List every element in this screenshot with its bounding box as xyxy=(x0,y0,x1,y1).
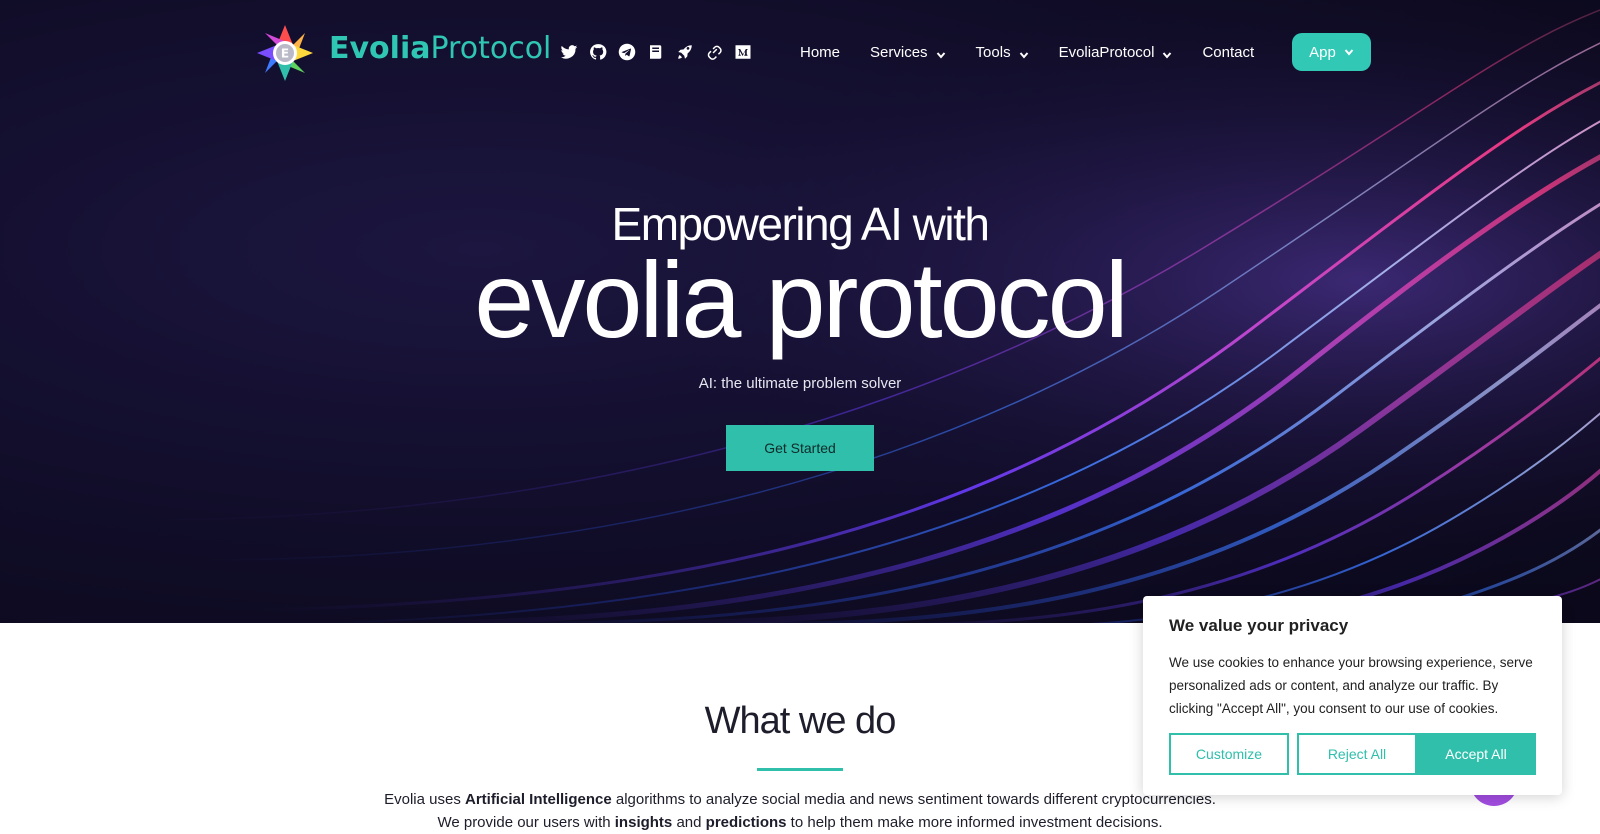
twitter-icon[interactable] xyxy=(559,42,579,62)
cookie-body: We use cookies to enhance your browsing … xyxy=(1169,655,1533,716)
hero-tagline: AI: the ultimate problem solver xyxy=(698,375,902,392)
telegram-icon[interactable] xyxy=(617,42,637,62)
what-we-do-line-2: We provide our users with insights and p… xyxy=(0,814,1600,831)
nav-home-label: Home xyxy=(800,43,841,61)
cookie-customize-button[interactable]: Customize xyxy=(1169,733,1289,775)
nav-contact[interactable]: Contact xyxy=(1202,44,1254,61)
text-segment: algorithms to analyze social media and n… xyxy=(611,791,1216,808)
nav-contact-label: Contact xyxy=(1202,43,1255,61)
nav-tools-label: Tools xyxy=(975,43,1011,61)
nav-services[interactable]: Services xyxy=(870,44,946,61)
text-emphasis: insights xyxy=(614,814,673,831)
link-icon[interactable] xyxy=(704,42,724,62)
text-segment: and xyxy=(672,814,706,831)
app-button-label: App xyxy=(1309,43,1336,61)
hero-title: evolia protocol xyxy=(474,239,1128,360)
social-links xyxy=(559,42,753,62)
medium-icon[interactable] xyxy=(733,42,753,62)
text-emphasis: Artificial Intelligence xyxy=(464,791,612,808)
main-navigation: Home Services Tools EvoliaProtocol Conta… xyxy=(800,33,1284,71)
text-segment: We provide our users with xyxy=(437,814,615,831)
cookie-accept-all-button[interactable]: Accept All xyxy=(1416,733,1536,775)
app-dropdown-button[interactable]: App xyxy=(1292,33,1371,71)
text-emphasis: predictions xyxy=(705,814,787,831)
brand-name-light: Protocol xyxy=(430,31,552,66)
nav-evoliaprotocol-label: EvoliaProtocol xyxy=(1058,43,1155,61)
book-icon[interactable] xyxy=(646,42,666,62)
cookie-consent-banner: We value your privacy We use cookies to … xyxy=(1143,596,1562,795)
section-divider xyxy=(757,768,843,771)
nav-tools[interactable]: Tools xyxy=(976,44,1029,61)
chevron-down-icon xyxy=(936,47,946,59)
cookie-title: We value your privacy xyxy=(1169,616,1349,635)
text-segment: Evolia uses xyxy=(384,791,465,808)
nav-services-label: Services xyxy=(870,43,928,61)
brand-name[interactable]: EvoliaProtocol xyxy=(329,31,551,66)
chevron-down-icon xyxy=(1019,47,1029,59)
nav-evoliaprotocol[interactable]: EvoliaProtocol xyxy=(1059,44,1173,61)
logo-letter: E xyxy=(281,47,289,61)
chevron-down-icon xyxy=(1344,44,1354,61)
hero-section: E EvoliaProtocol Home Services Tools Evo… xyxy=(0,0,1600,623)
github-icon[interactable] xyxy=(588,42,608,62)
rocket-icon[interactable] xyxy=(675,42,695,62)
chevron-down-icon xyxy=(1162,47,1172,59)
text-segment: to help them make more informed investme… xyxy=(786,814,1163,831)
nav-home[interactable]: Home xyxy=(800,44,840,61)
brand-logo[interactable]: E xyxy=(256,24,314,82)
brand-name-bold: Evolia xyxy=(329,31,431,66)
get-started-button[interactable]: Get Started xyxy=(726,425,874,471)
cookie-reject-all-button[interactable]: Reject All xyxy=(1297,733,1417,775)
